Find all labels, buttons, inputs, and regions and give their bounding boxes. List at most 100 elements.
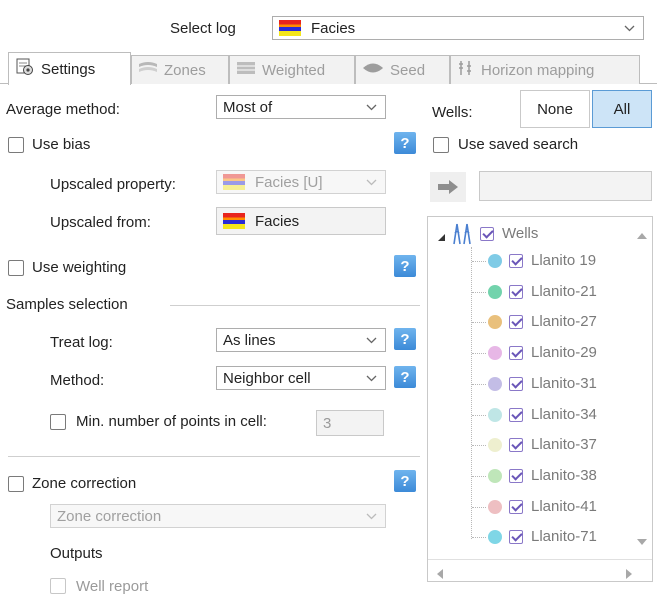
zone-correction-dropdown[interactable]: Zone correction — [50, 504, 386, 528]
tab-zones[interactable]: Zones — [131, 55, 229, 84]
well-label: Llanito-29 — [531, 344, 597, 362]
well-checkbox[interactable] — [509, 468, 523, 483]
tab-seed[interactable]: Seed — [355, 55, 450, 84]
well-tree-item[interactable]: Llanito-34 — [428, 403, 628, 427]
tree-branch-line — [472, 537, 486, 539]
select-log-label: Select log — [170, 20, 236, 37]
average-method-dropdown[interactable]: Most of — [216, 95, 386, 119]
tab-bar: Settings Zones Weighted Seed Horizon map… — [0, 50, 657, 85]
min-points-checkbox[interactable] — [50, 414, 66, 430]
tree-branch-line — [472, 445, 486, 447]
tree-branch-line — [472, 261, 486, 262]
well-label: Llanito-27 — [531, 313, 597, 331]
help-button-treat-log[interactable]: ? — [394, 328, 416, 350]
tab-settings-label: Settings — [41, 60, 96, 78]
chevron-down-icon — [366, 509, 377, 523]
chevron-down-icon — [366, 333, 377, 347]
well-checkbox[interactable] — [509, 499, 523, 514]
wells-folder-icon — [452, 223, 476, 249]
help-button-weighting[interactable]: ? — [394, 255, 416, 277]
scroll-left-icon[interactable] — [436, 566, 443, 581]
zones-tab-icon — [138, 60, 158, 80]
tree-branch-line — [472, 291, 486, 293]
well-checkbox[interactable] — [509, 315, 523, 330]
saved-search-input[interactable] — [479, 171, 652, 201]
scroll-right-icon[interactable] — [626, 566, 633, 581]
saved-search-arrow-button[interactable] — [430, 172, 466, 202]
min-points-input[interactable]: 3 — [316, 410, 384, 436]
zone-correction-checkbox[interactable] — [8, 476, 24, 492]
wells-none-button[interactable]: None — [520, 90, 590, 128]
samples-selection-label: Samples selection — [6, 296, 128, 313]
method-dropdown[interactable]: Neighbor cell — [216, 366, 386, 390]
zone-divider — [8, 456, 420, 457]
well-label: Llanito-21 — [531, 282, 597, 300]
upscaled-property-dropdown[interactable]: Facies [U] — [216, 170, 386, 194]
method-value: Neighbor cell — [223, 369, 311, 387]
well-checkbox[interactable] — [509, 376, 523, 391]
well-tree-item[interactable]: Llanito-27 — [428, 310, 628, 334]
upscaled-property-label: Upscaled property: — [50, 176, 176, 193]
select-log-dropdown[interactable]: Facies — [272, 16, 644, 40]
well-tree-item[interactable]: Llanito-38 — [428, 464, 628, 488]
tree-root-checkbox[interactable] — [480, 227, 494, 241]
well-tree-item[interactable]: Llanito-21 — [428, 280, 628, 304]
tree-root-row[interactable]: Wells — [428, 222, 628, 246]
well-checkbox[interactable] — [509, 438, 523, 453]
well-tree-item[interactable]: Llanito-31 — [428, 372, 628, 396]
seed-tab-icon — [362, 61, 384, 79]
well-tree-item[interactable]: Llanito-37 — [428, 433, 628, 457]
wells-all-button[interactable]: All — [592, 90, 652, 128]
samples-selection-divider — [170, 305, 420, 306]
well-tree-item[interactable]: Llanito-29 — [428, 341, 628, 365]
upscaled-from-label: Upscaled from: — [50, 214, 151, 231]
wells-tree[interactable]: Wells Llanito 19 Llanito-21 Llanito-27 Llan… — [427, 216, 653, 582]
well-checkbox[interactable] — [509, 346, 523, 361]
tree-vertical-scrollbar[interactable] — [632, 217, 652, 547]
well-symbol-icon — [488, 254, 502, 268]
min-points-label: Min. number of points in cell: — [76, 413, 267, 430]
tree-root-label: Wells — [502, 225, 539, 242]
well-tree-item[interactable]: Llanito-41 — [428, 495, 628, 519]
upscaled-from-field[interactable]: Facies — [216, 207, 386, 235]
tab-settings[interactable]: Settings — [8, 52, 131, 85]
arrow-right-icon — [437, 179, 459, 199]
use-weighting-checkbox[interactable] — [8, 260, 24, 276]
help-button-bias[interactable]: ? — [394, 132, 416, 154]
well-checkbox[interactable] — [509, 284, 523, 299]
well-checkbox[interactable] — [509, 407, 523, 422]
scroll-down-icon[interactable] — [637, 533, 647, 550]
well-checkbox[interactable] — [509, 530, 523, 545]
chevron-down-icon — [624, 21, 635, 35]
tab-weighted-label: Weighted — [262, 61, 326, 79]
use-saved-search-checkbox[interactable] — [433, 137, 449, 153]
tree-branch-line — [472, 383, 486, 385]
chevron-down-icon — [366, 371, 377, 385]
tab-weighted[interactable]: Weighted — [229, 55, 355, 84]
treat-log-value: As lines — [223, 331, 276, 349]
well-checkbox[interactable] — [509, 254, 523, 268]
well-tree-item[interactable]: Llanito 19 — [428, 249, 628, 273]
well-symbol-icon — [488, 284, 502, 299]
collapse-triangle-icon[interactable] — [437, 229, 446, 246]
use-weighting-label: Use weighting — [32, 259, 127, 276]
average-method-value: Most of — [223, 98, 273, 116]
tab-horizon-mapping[interactable]: Horizon mapping — [450, 55, 640, 84]
well-tree-item[interactable]: Llanito-71 — [428, 525, 628, 549]
use-bias-checkbox[interactable] — [8, 137, 24, 153]
help-button-zone-correction[interactable]: ? — [394, 470, 416, 492]
average-method-label: Average method: — [6, 101, 120, 118]
settings-tab-icon — [15, 58, 35, 80]
use-saved-search-label: Use saved search — [458, 136, 579, 153]
chevron-down-icon — [366, 175, 377, 189]
zone-correction-label: Zone correction — [32, 475, 137, 492]
tree-branch-line — [472, 322, 486, 324]
tree-horizontal-scrollbar[interactable] — [428, 559, 652, 581]
well-label: Llanito 19 — [531, 252, 597, 269]
scroll-up-icon[interactable] — [637, 226, 647, 243]
tab-horizon-mapping-label: Horizon mapping — [481, 61, 595, 79]
treat-log-dropdown[interactable]: As lines — [216, 328, 386, 352]
help-button-method[interactable]: ? — [394, 366, 416, 388]
well-label: Llanito-34 — [531, 405, 597, 423]
well-report-checkbox[interactable] — [50, 578, 66, 594]
